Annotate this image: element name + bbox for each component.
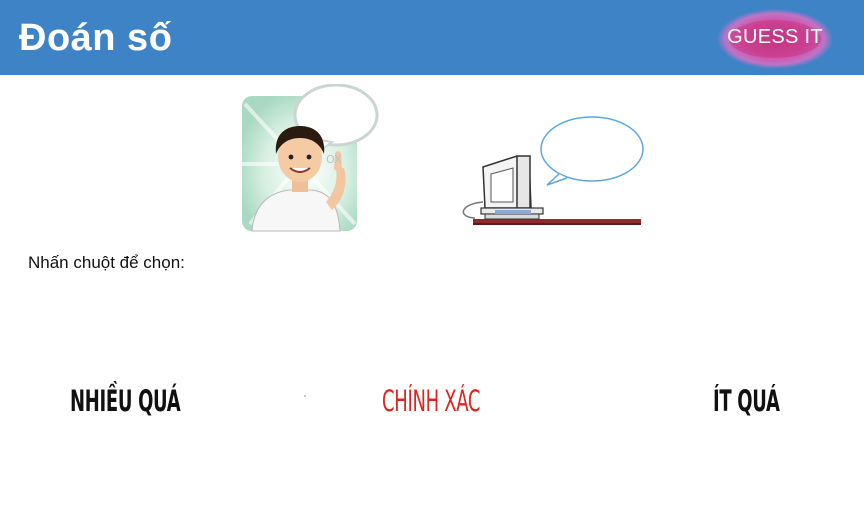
logo-text: GUESS IT xyxy=(727,26,823,48)
person-illustration: OX xyxy=(240,83,380,234)
too-high-button[interactable]: NHIỀU QUÁ xyxy=(70,378,181,424)
page-title: Đoán số xyxy=(19,17,173,59)
svg-text:OX: OX xyxy=(326,153,342,166)
too-low-button[interactable]: ÍT QUÁ xyxy=(713,378,780,424)
computer-illustration xyxy=(455,112,650,230)
guess-it-logo: GUESS IT xyxy=(716,8,834,70)
person-pointing-icon: OX xyxy=(242,83,379,232)
divider-dot xyxy=(304,395,306,397)
header-bar: Đoán số GUESS IT xyxy=(0,0,864,75)
computer-icon xyxy=(462,116,644,225)
correct-button[interactable]: CHÍNH XÁC xyxy=(382,378,480,424)
instruction-text: Nhấn chuột để chọn: xyxy=(28,253,185,272)
